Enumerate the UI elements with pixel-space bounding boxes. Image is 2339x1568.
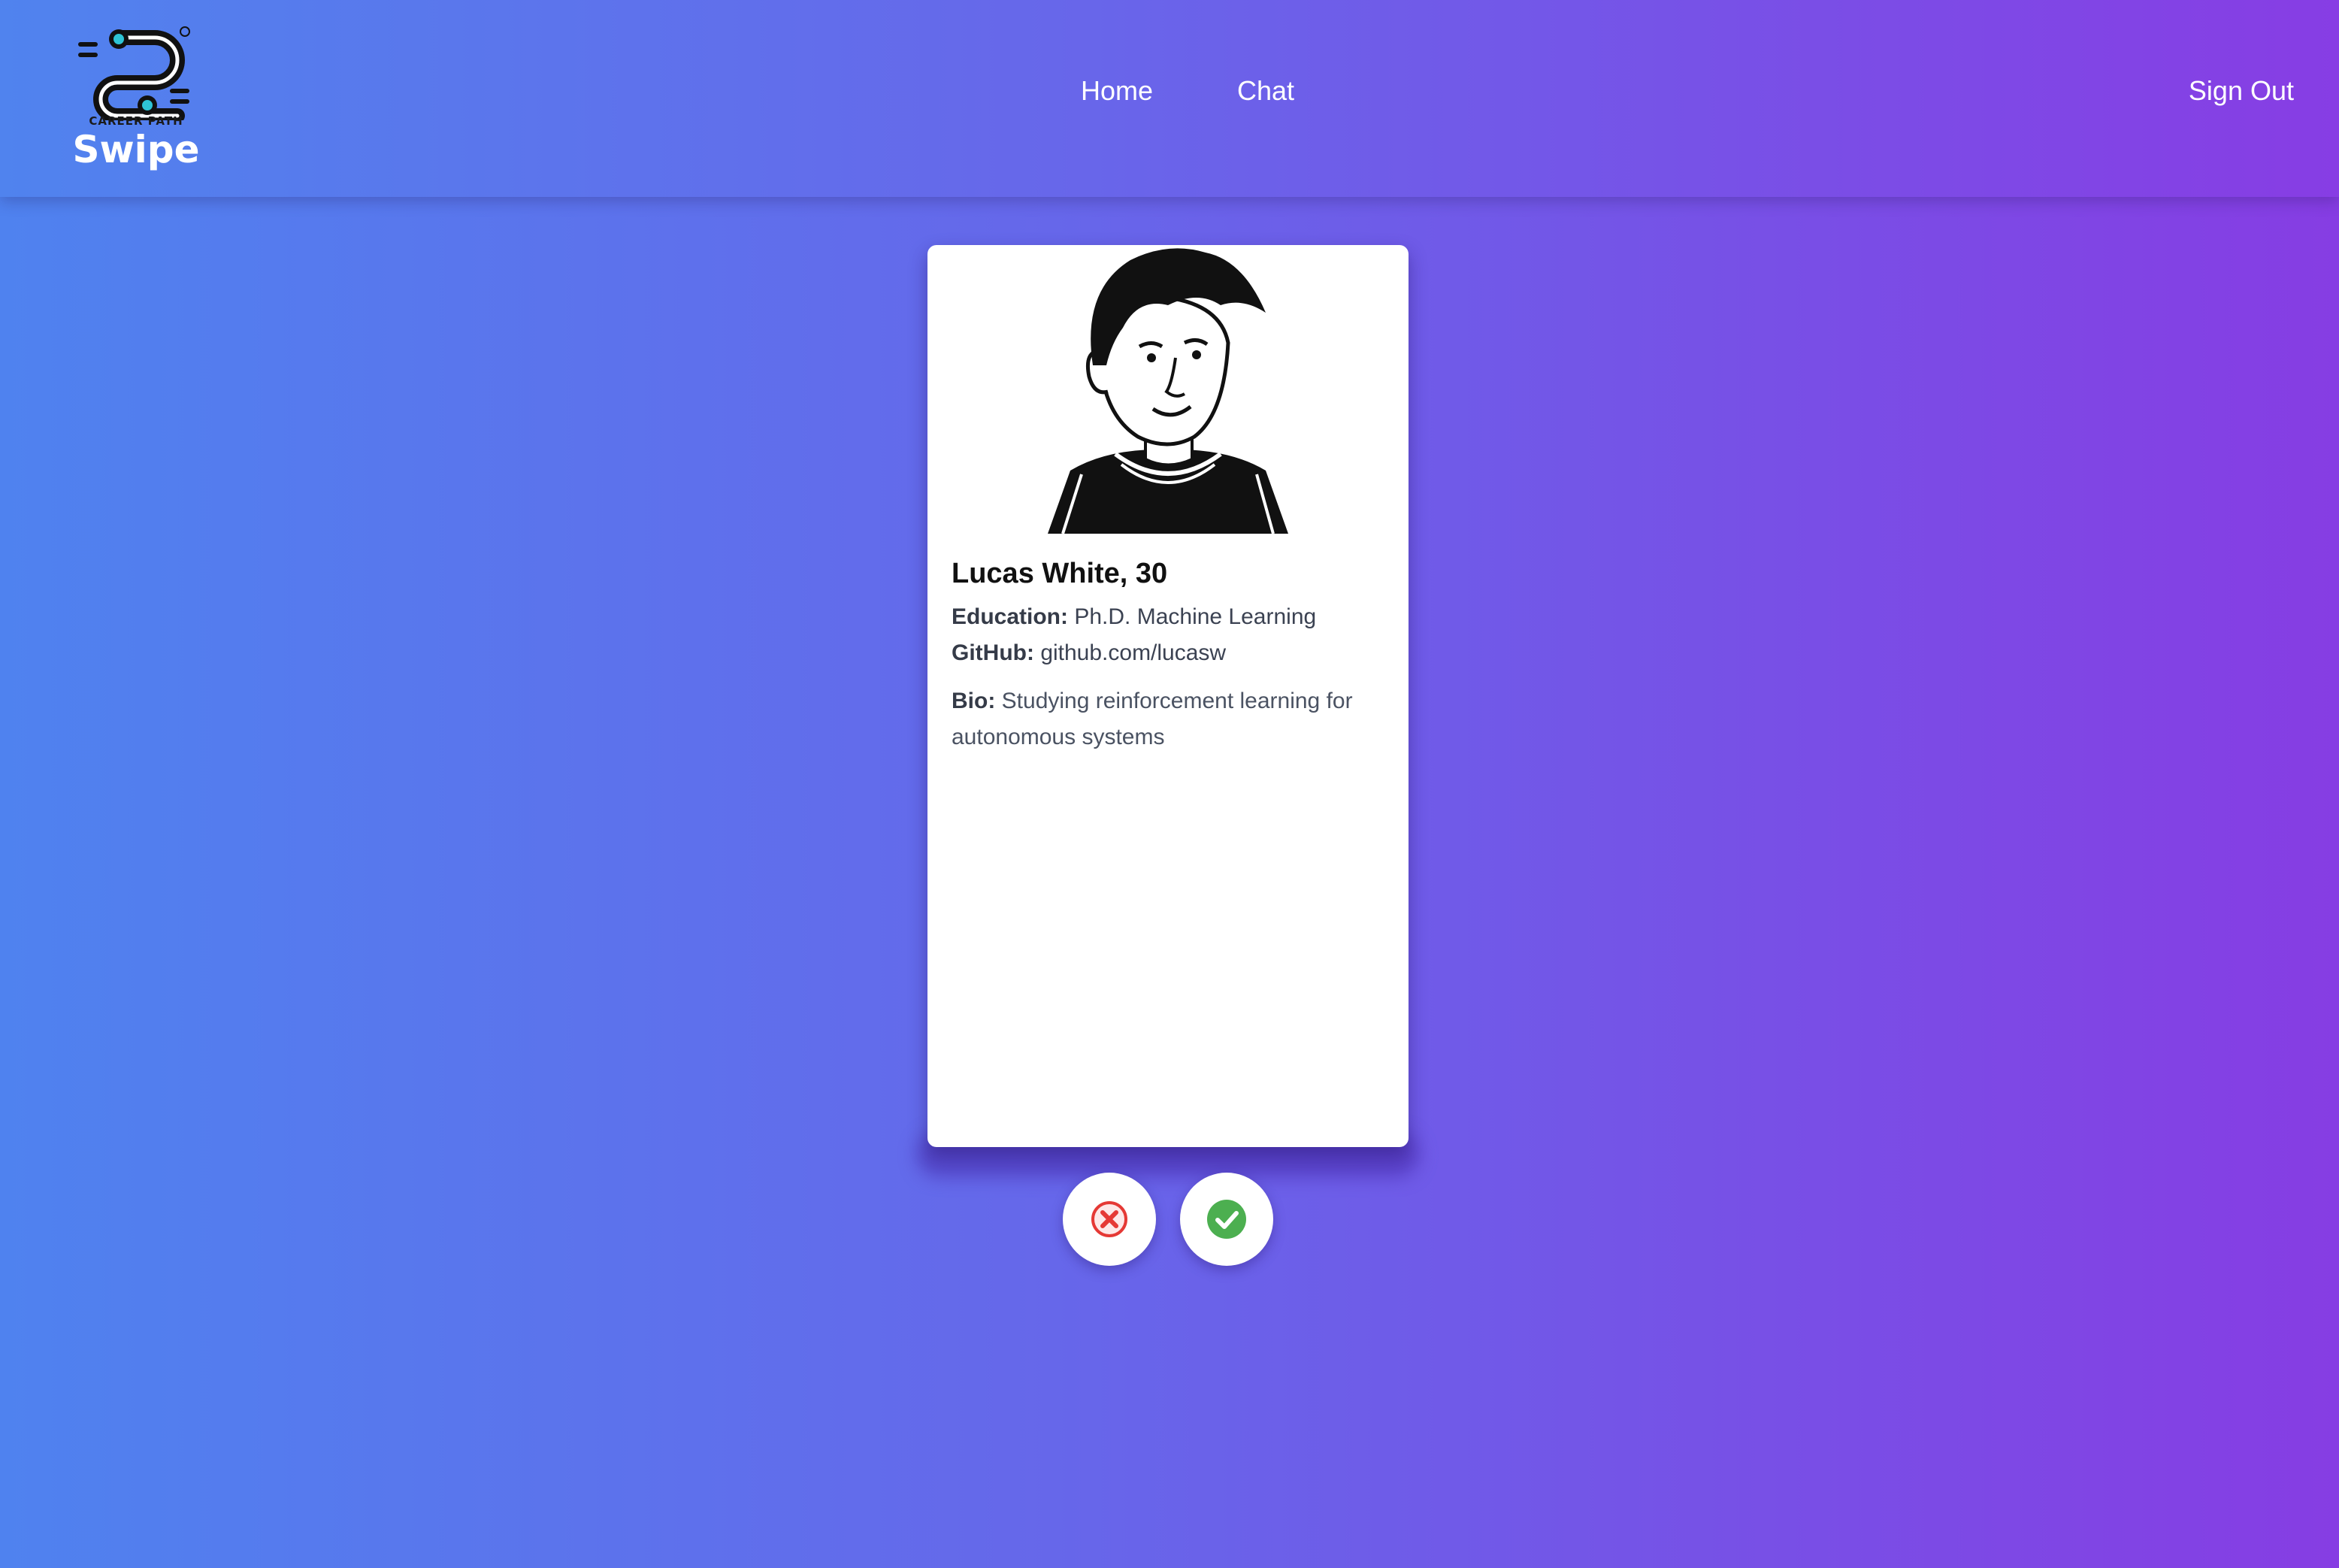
bio-row: Bio: Studying reinforcement learning for… [952,683,1387,755]
bio-label: Bio: [952,689,996,713]
nav-chat-link[interactable]: Chat [1237,75,1294,107]
check-circle-icon [1207,1200,1246,1239]
github-value[interactable]: github.com/lucasw [1040,640,1226,665]
brand-logo[interactable]: CAREER PATH Swipe [72,23,200,177]
x-circle-icon [1091,1201,1127,1237]
brand-name: Swipe [72,128,200,171]
nav-home-link[interactable]: Home [1081,75,1153,107]
accept-button[interactable] [1180,1173,1273,1266]
reject-button[interactable] [1063,1173,1156,1266]
sign-out-link[interactable]: Sign Out [2189,75,2294,107]
github-label: GitHub: [952,640,1034,665]
education-row: Education: Ph.D. Machine Learning [952,599,1387,635]
profile-card-container: Lucas White, 30 Education: Ph.D. Machine… [917,245,1419,1177]
education-value: Ph.D. Machine Learning [1074,604,1317,629]
profile-card[interactable]: Lucas White, 30 Education: Ph.D. Machine… [927,245,1409,1147]
profile-avatar [1048,248,1288,534]
career-path-logo-icon [78,26,190,123]
bio-value: Studying reinforcement learning for auto… [952,689,1353,749]
top-navbar: CAREER PATH Swipe Home Chat Sign Out [0,0,2339,197]
education-label: Education: [952,604,1068,629]
brand-tagline: CAREER PATH [89,114,183,128]
profile-details: Lucas White, 30 Education: Ph.D. Machine… [952,558,1387,755]
github-row: GitHub: github.com/lucasw [952,635,1387,671]
profile-name-age: Lucas White, 30 [952,558,1168,589]
